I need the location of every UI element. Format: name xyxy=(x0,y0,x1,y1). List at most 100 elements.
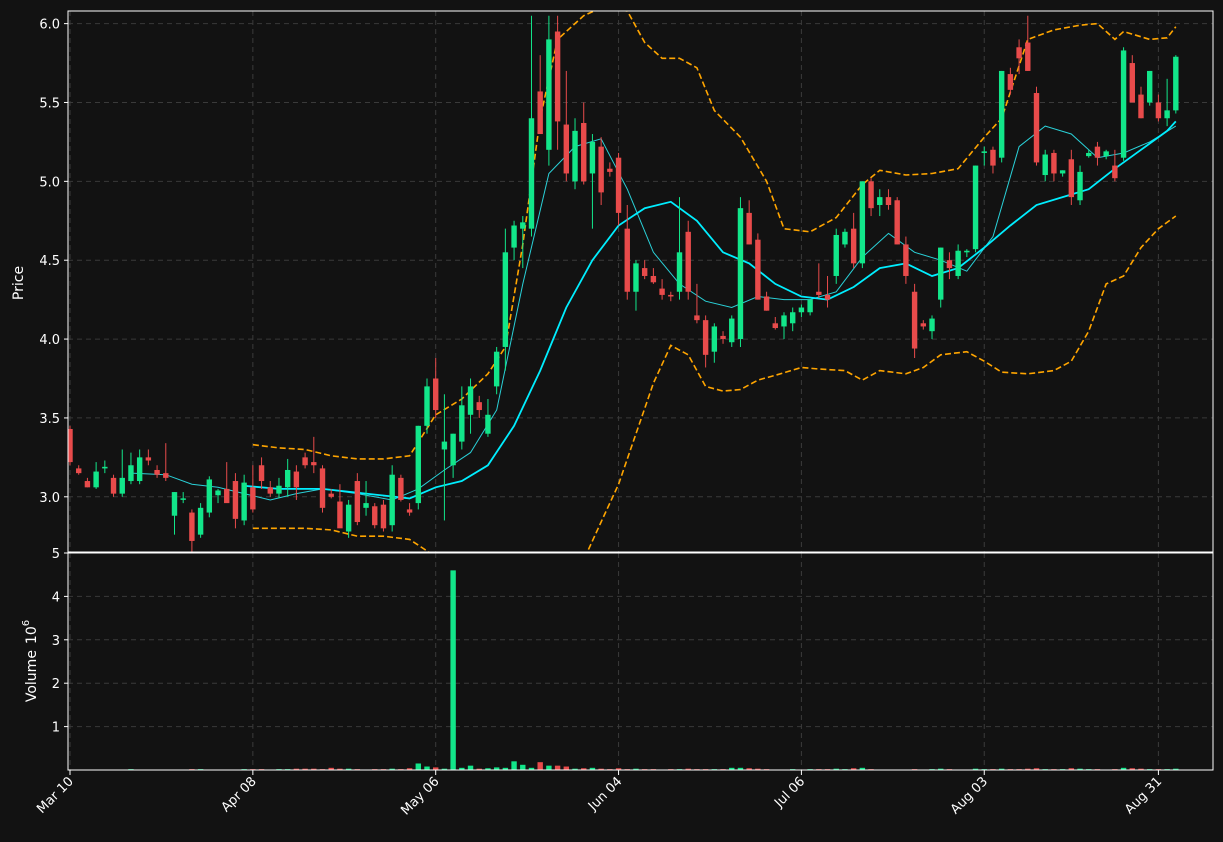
candle-body xyxy=(424,386,430,426)
candle-body xyxy=(241,482,247,521)
candle-body xyxy=(1120,50,1127,158)
candle-body xyxy=(293,471,300,488)
candle-body xyxy=(537,91,543,135)
candle-body xyxy=(554,31,561,122)
candle-body xyxy=(816,291,822,295)
candle-body xyxy=(171,492,178,516)
candle-body xyxy=(955,250,961,276)
volume-bar xyxy=(520,764,526,770)
candle-body xyxy=(981,151,987,153)
candle-body xyxy=(354,481,361,523)
candle-body xyxy=(781,315,787,327)
candle-body xyxy=(972,165,979,250)
candle-body xyxy=(746,212,752,245)
candle-body xyxy=(206,479,213,513)
volume-bar xyxy=(563,766,570,770)
candle-body xyxy=(737,208,744,340)
candle-body xyxy=(102,466,108,469)
candle-body xyxy=(911,291,918,349)
candle-body xyxy=(694,315,700,321)
candle-body xyxy=(868,181,874,209)
candle-body xyxy=(224,488,230,504)
candle-body xyxy=(729,318,735,343)
price-tick-label: 3.0 xyxy=(39,491,60,506)
candle-body xyxy=(1155,102,1162,119)
candle-body xyxy=(1025,42,1031,71)
candle-body xyxy=(232,481,239,519)
candle-body xyxy=(406,509,413,513)
candle-body xyxy=(485,414,491,434)
candle-body xyxy=(258,465,265,482)
candle-body xyxy=(311,462,317,466)
volume-bar xyxy=(554,765,561,770)
candle-body xyxy=(641,268,648,276)
price-tick-label: 5.5 xyxy=(39,96,60,111)
candle-body xyxy=(964,250,970,253)
volume-bar xyxy=(511,761,517,770)
candle-body xyxy=(859,181,866,264)
candle-body xyxy=(833,234,839,276)
candle-body xyxy=(1007,74,1014,90)
candle-body xyxy=(1173,56,1179,111)
candle-body xyxy=(581,122,587,182)
candle-body xyxy=(372,506,378,526)
candle-body xyxy=(459,405,465,442)
candle-body xyxy=(215,490,221,496)
volume-axis-label-text: Volume xyxy=(24,650,40,702)
candle-body xyxy=(650,275,657,283)
price-tick-label: 4.0 xyxy=(39,333,60,348)
candle-body xyxy=(119,477,125,494)
candle-body xyxy=(433,378,439,411)
volume-bar xyxy=(415,763,421,770)
candle-body xyxy=(1016,47,1022,59)
candle-body xyxy=(180,498,186,500)
candle-body xyxy=(563,124,570,174)
candle-body xyxy=(398,477,404,500)
candle-body xyxy=(1129,63,1135,103)
candle-body xyxy=(415,425,421,504)
candle-body xyxy=(511,225,517,248)
candle-body xyxy=(763,296,770,311)
candle-body xyxy=(380,504,387,529)
candle-body xyxy=(389,474,395,526)
candle-body xyxy=(772,323,778,329)
candle-body xyxy=(1077,171,1083,201)
candle-body xyxy=(633,263,639,292)
price-tick-label: 4.5 xyxy=(39,254,60,269)
candle-body xyxy=(1059,170,1066,174)
candle-body xyxy=(702,320,709,355)
volume-bar xyxy=(424,766,430,770)
volume-axis-label: Volume106 xyxy=(21,620,40,702)
candle-body xyxy=(476,402,482,411)
candle-body xyxy=(598,146,604,193)
candle-body xyxy=(189,512,195,541)
candle-body xyxy=(197,507,204,535)
candle-body xyxy=(302,457,308,466)
candle-body xyxy=(1068,159,1075,198)
candle-body xyxy=(110,477,117,494)
volume-bar xyxy=(450,570,456,770)
candle-body xyxy=(798,307,805,313)
candle-body xyxy=(528,118,535,229)
candle-body xyxy=(790,312,796,324)
candle-body xyxy=(659,288,665,295)
candle-body xyxy=(1042,154,1048,176)
candle-body xyxy=(946,260,953,269)
candle-body xyxy=(998,70,1005,158)
price-tick-label: 6.0 xyxy=(39,18,60,33)
price-tick-label: 3.5 xyxy=(39,412,60,427)
candle-body xyxy=(84,481,91,488)
candle-body xyxy=(267,487,273,494)
candle-body xyxy=(1138,94,1144,119)
candle-body xyxy=(807,299,813,313)
candle-body xyxy=(929,318,935,332)
candle-body xyxy=(1146,70,1153,103)
candle-body xyxy=(467,386,474,415)
candle-body xyxy=(668,294,674,297)
candle-body xyxy=(624,228,630,292)
candle-body xyxy=(441,441,448,450)
price-axis-label: Price xyxy=(11,266,27,300)
candle-body xyxy=(894,200,900,245)
candle-body xyxy=(885,197,892,206)
candle-body xyxy=(319,468,326,508)
